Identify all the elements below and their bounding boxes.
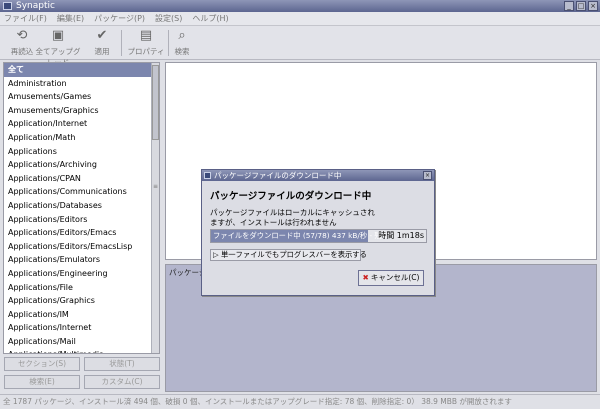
section-item[interactable]: Application/Internet [4,117,151,131]
sections-filter-button[interactable]: セクション(S) [4,357,80,371]
search-icon: ⌕ [178,28,186,43]
window-title: Synaptic [16,1,55,11]
status-filter-button[interactable]: 状態(T) [84,357,160,371]
section-item[interactable]: Applications/IM [4,308,151,322]
cancel-icon: ✖ [362,273,369,282]
section-item[interactable]: Applications/Communications [4,185,151,199]
section-item[interactable]: Applications/Editors/EmacsLisp [4,240,151,254]
dialog-message-line2: ますが、インストールは行われません [210,218,337,227]
menu-file[interactable]: ファイル(F) [4,13,47,24]
reload-label: 再読込 [10,47,34,56]
expander-label: 単一ファイルでもプログレスバーを表示する [220,250,367,259]
status-bar: 全 1787 パッケージ、インストール済 494 個、破損 0 個、インストール… [0,394,600,409]
properties-icon: ▤ [139,28,153,43]
section-item[interactable]: Administration [4,77,151,91]
per-file-progress-expander[interactable]: ▷ 単一ファイルでもプログレスバーを表示する [210,249,367,261]
dialog-message: パッケージファイルはローカルにキャッシュされ ますが、インストールは行われません [210,208,430,228]
apply-label: 適用 [94,47,110,56]
progress-text: ファイルをダウンロード中 (57/78) 437 kB/秒 - 残り [213,231,390,240]
dialog-close-icon[interactable]: × [423,171,432,180]
scrollbar-thumb[interactable] [152,65,159,140]
section-item[interactable]: Applications [4,145,151,159]
section-item[interactable]: Applications/Emulators [4,253,151,267]
apply-button[interactable]: ✔ 適用 [90,28,114,57]
minimize-icon[interactable]: _ [564,1,574,11]
menu-package[interactable]: パッケージ(P) [94,13,145,24]
cancel-label: キャンセル(C) [370,273,420,282]
section-item[interactable]: Amusements/Games [4,90,151,104]
menu-settings[interactable]: 設定(S) [155,13,182,24]
section-list[interactable]: 全て Administration Amusements/Games Amusemen… [3,62,160,354]
dialog-titlebar: パッケージファイルのダウンロード中 × [202,170,434,181]
toolbar-separator [168,30,169,56]
custom-filter-button[interactable]: カスタム(C) [84,375,160,389]
expander-arrow-icon: ▷ [213,250,219,259]
dialog-message-line1: パッケージファイルはローカルにキャッシュされ [210,208,375,217]
download-dialog: パッケージファイルのダウンロード中 × パッケージファイルのダウンロード中 パッ… [201,169,435,296]
progress-time: 時間 1m18s [378,231,424,240]
menubar: ファイル(F) 編集(E) パッケージ(P) 設定(S) ヘルプ(H) [0,12,600,26]
search-button[interactable]: ⌕ 検索 [170,28,194,57]
section-item[interactable]: Applications/Engineering [4,267,151,281]
menu-edit[interactable]: 編集(E) [57,13,84,24]
section-item[interactable]: Applications/Archiving [4,158,151,172]
section-item[interactable]: Applications/Editors [4,213,151,227]
section-item[interactable]: Applications/Editors/Emacs [4,226,151,240]
section-item[interactable]: Applications/File [4,281,151,295]
search-results-filter-button[interactable]: 検索(E) [4,375,80,389]
properties-button[interactable]: ▤ プロパティ [126,28,166,57]
section-item[interactable]: Applications/Mail [4,335,151,349]
dialog-title: パッケージファイルのダウンロード中 [214,171,342,180]
section-item[interactable]: 全て [4,63,151,77]
upgrade-icon: ▣ [51,28,65,43]
search-label: 検索 [174,47,190,56]
section-item[interactable]: Applications/CPAN [4,172,151,186]
download-progress-bar: ファイルをダウンロード中 (57/78) 437 kB/秒 - 残り 時間 1m… [210,229,427,243]
dialog-app-icon [204,172,211,179]
toolbar: ⟲ 再読込 ▣ 全てアップグレード ✔ 適用 ▤ プロパティ ⌕ 検索 [0,26,600,67]
toolbar-separator [121,30,122,56]
apply-icon: ✔ [96,28,108,43]
section-item[interactable]: Applications/Internet [4,321,151,335]
section-item[interactable]: Applications/Databases [4,199,151,213]
reload-icon: ⟲ [16,28,28,43]
maximize-icon[interactable]: □ [576,1,586,11]
section-item[interactable]: Application/Math [4,131,151,145]
section-item[interactable]: Applications/Multimedia [4,348,151,353]
app-icon [3,2,12,10]
section-list-scrollbar[interactable]: ≡ [151,63,159,353]
section-item[interactable]: Applications/Graphics [4,294,151,308]
scrollbar-grip-icon: ≡ [152,183,159,190]
properties-label: プロパティ [127,47,165,56]
close-icon[interactable]: × [588,1,598,11]
window-titlebar: Synaptic _ □ × [0,0,600,12]
cancel-button[interactable]: ✖ キャンセル(C) [358,270,424,286]
menu-help[interactable]: ヘルプ(H) [192,13,228,24]
section-item[interactable]: Amusements/Graphics [4,104,151,118]
dialog-heading: パッケージファイルのダウンロード中 [210,191,372,202]
